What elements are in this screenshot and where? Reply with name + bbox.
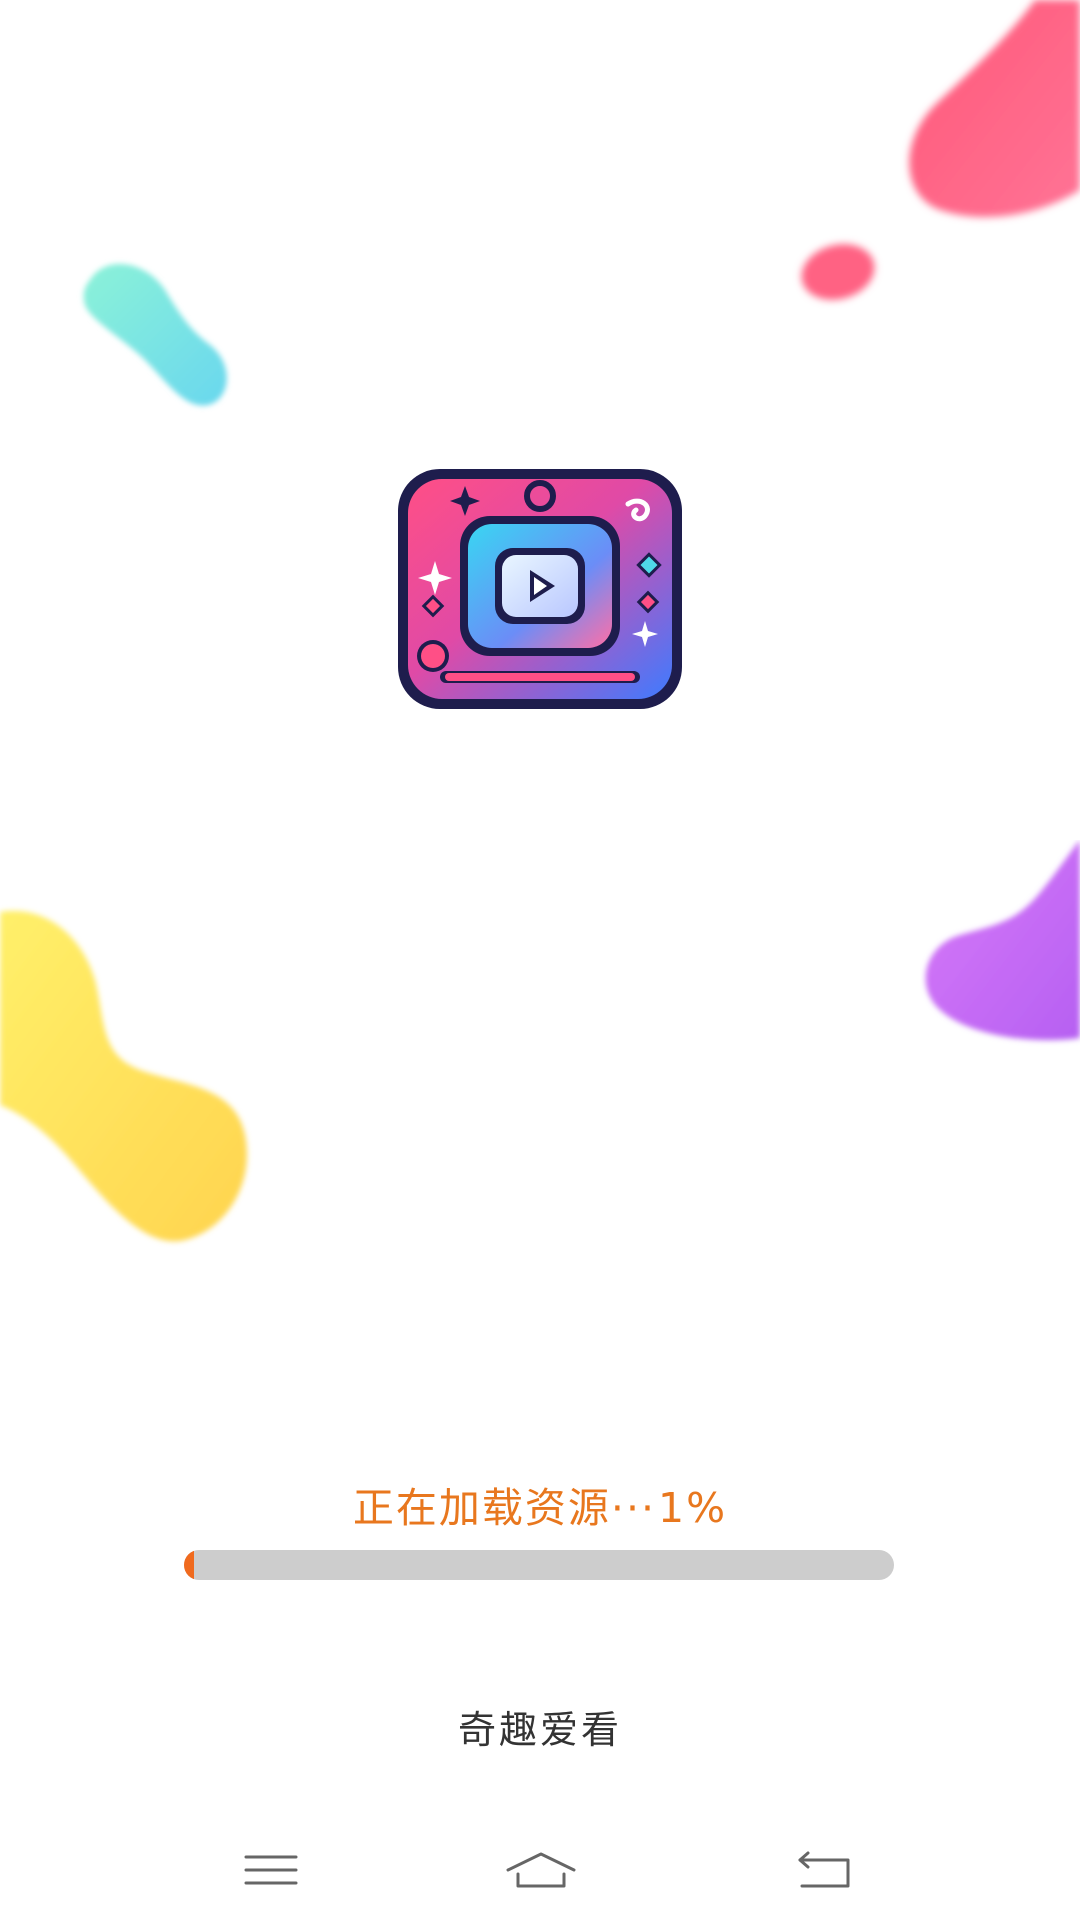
purple-blob-decoration xyxy=(925,840,1080,1041)
nav-home-button[interactable] xyxy=(496,1840,586,1900)
yellow-blob-decoration xyxy=(0,910,247,1242)
back-icon xyxy=(798,1851,850,1888)
pink-blob-decoration xyxy=(801,0,1080,300)
app-name: 奇趣爱看 xyxy=(457,1708,622,1752)
loading-progress-bar xyxy=(184,1550,894,1580)
loading-percent: 1% xyxy=(658,1484,728,1532)
loading-label: 正在加载资源··· xyxy=(352,1484,657,1532)
app-logo-icon xyxy=(398,469,682,709)
splash-screen: 正在加载资源···1% 奇趣爱看 xyxy=(0,0,1080,1920)
menu-icon xyxy=(244,1855,298,1885)
nav-back-button[interactable] xyxy=(778,1840,868,1900)
system-navigation-bar xyxy=(0,1830,1080,1920)
loading-status-text: 正在加载资源···1% xyxy=(0,1478,1080,1538)
nav-menu-button[interactable] xyxy=(226,1840,316,1900)
teal-blob-decoration xyxy=(83,263,227,406)
home-icon xyxy=(506,1852,576,1888)
loading-progress-fill xyxy=(184,1550,194,1580)
